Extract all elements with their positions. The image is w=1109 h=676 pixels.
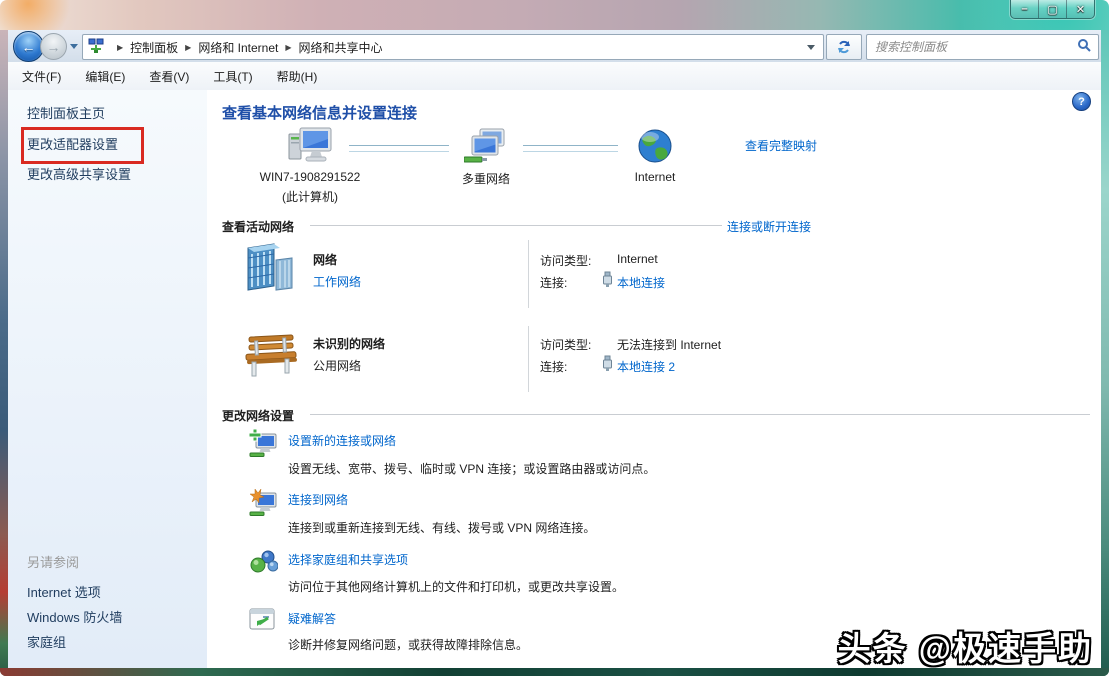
refresh-button[interactable] [826, 34, 862, 60]
homegroup-icon [250, 549, 278, 578]
help-icon[interactable]: ? [1072, 92, 1091, 111]
connect-disconnect-link[interactable]: 连接或断开连接 [727, 218, 811, 235]
divider [310, 225, 722, 226]
window-border-right [1101, 30, 1109, 676]
change-settings-header: 更改网络设置 [222, 407, 294, 424]
menu-edit[interactable]: 编辑(E) [75, 64, 135, 89]
network-name: 未识别的网络 [313, 335, 385, 352]
computer-name-label: WIN7-1908291522 [225, 170, 395, 184]
breadcrumb-control-panel[interactable]: 控制面板 [130, 39, 178, 56]
forward-button[interactable]: → [40, 33, 67, 60]
see-also-header: 另请参阅 [27, 552, 79, 571]
divider [528, 326, 529, 392]
setup-new-connection-link[interactable]: 设置新的连接或网络 [288, 432, 396, 449]
breadcrumb-arrow-icon: ▶ [285, 43, 291, 52]
maximize-button[interactable]: ▢ [1038, 0, 1066, 18]
homegroup-sharing-options-desc: 访问位于其他网络计算机上的文件和打印机，或更改共享设置。 [288, 578, 624, 595]
page-title: 查看基本网络信息并设置连接 [222, 102, 417, 123]
troubleshoot-icon [249, 607, 277, 636]
troubleshoot-desc: 诊断并修复网络问题，或获得故障排除信息。 [288, 636, 528, 653]
address-bar[interactable]: ▶ 控制面板 ▶ 网络和 Internet ▶ 网络和共享中心 [82, 34, 824, 60]
view-full-map-link[interactable]: 查看完整映射 [745, 137, 817, 154]
access-type-label: 访问类型: [540, 252, 591, 269]
map-connection-line [523, 145, 618, 152]
search-box [866, 34, 1099, 60]
sidebar-item-windows-firewall[interactable]: Windows 防火墙 [27, 607, 122, 626]
public-network-label: 公用网络 [313, 357, 361, 374]
local-connection-link[interactable]: 本地连接 [617, 274, 665, 291]
connection-label: 连接: [540, 358, 567, 375]
menu-tools[interactable]: 工具(T) [203, 64, 262, 89]
menu-file[interactable]: 文件(F) [12, 64, 71, 89]
address-dropdown-icon[interactable] [807, 45, 815, 50]
breadcrumb-network-sharing-center[interactable]: 网络和共享中心 [299, 39, 383, 56]
public-network-bench-icon [243, 328, 299, 383]
menu-bar: 文件(F) 编辑(E) 查看(V) 工具(T) 帮助(H) [8, 62, 1101, 91]
homegroup-sharing-options-link[interactable]: 选择家庭组和共享选项 [288, 551, 408, 568]
connection-plug-icon [601, 271, 614, 291]
work-network-link[interactable]: 工作网络 [313, 273, 361, 290]
new-connection-icon [248, 429, 278, 460]
local-connection-2-link[interactable]: 本地连接 2 [617, 358, 675, 375]
menu-view[interactable]: 查看(V) [139, 64, 199, 89]
connect-to-network-link[interactable]: 连接到网络 [288, 491, 348, 508]
divider [310, 414, 1090, 415]
connect-to-network-icon [248, 488, 278, 519]
setup-new-connection-desc: 设置无线、宽带、拨号、临时或 VPN 连接；或设置路由器或访问点。 [288, 460, 655, 477]
window-controls: – ▢ ✕ [1010, 0, 1095, 19]
multiple-networks-label: 多重网络 [436, 170, 536, 187]
sidebar-item-internet-options[interactable]: Internet 选项 [27, 582, 101, 601]
network-location-icon [88, 38, 104, 57]
computer-sub-label: (此计算机) [225, 188, 395, 205]
content-area: 控制面板主页 更改适配器设置 更改高级共享设置 另请参阅 Internet 选项… [8, 90, 1101, 668]
navigation-bar: ← → ▶ 控制面板 ▶ 网络和 Internet ▶ 网络和共享中心 [8, 30, 1101, 63]
sidebar-item-change-adapter-settings[interactable]: 更改适配器设置 [27, 134, 118, 153]
map-connection-line [349, 145, 449, 152]
main-panel: ? 查看基本网络信息并设置连接 WIN7-1908291522 (此计算机) [207, 90, 1101, 668]
search-input[interactable] [867, 40, 1077, 54]
sidebar-item-homegroup[interactable]: 家庭组 [27, 632, 66, 651]
breadcrumb-network-internet[interactable]: 网络和 Internet [198, 39, 278, 56]
active-networks-header: 查看活动网络 [222, 218, 294, 235]
access-type-value: Internet [617, 252, 658, 266]
breadcrumb-arrow-icon: ▶ [185, 43, 191, 52]
connect-to-network-desc: 连接到或重新连接到无线、有线、拨号或 VPN 网络连接。 [288, 519, 595, 536]
back-arrow-icon: ← [22, 39, 36, 55]
refresh-icon [836, 39, 852, 55]
sidebar-item-control-panel-home[interactable]: 控制面板主页 [27, 103, 105, 122]
watermark: 头条 @极速手助 [838, 622, 1093, 670]
connection-label: 连接: [540, 274, 567, 291]
window-border-left [0, 30, 8, 676]
access-type-value: 无法连接到 Internet [617, 336, 721, 353]
divider [528, 240, 529, 308]
internet-label: Internet [605, 170, 705, 184]
search-icon[interactable] [1077, 38, 1091, 57]
network-name: 网络 [313, 251, 337, 268]
internet-globe-icon[interactable] [637, 128, 673, 167]
this-computer-icon[interactable] [287, 126, 335, 171]
sidebar-item-change-advanced-sharing[interactable]: 更改高级共享设置 [27, 164, 131, 183]
minimize-button[interactable]: – [1011, 0, 1038, 18]
work-network-icon [240, 242, 298, 299]
multiple-networks-icon[interactable] [464, 128, 508, 169]
network-sharing-center-window: – ▢ ✕ ← → ▶ 控制面板 ▶ 网络和 Internet ▶ 网络和共享中 [0, 0, 1109, 676]
sidebar: 控制面板主页 更改适配器设置 更改高级共享设置 另请参阅 Internet 选项… [8, 90, 207, 668]
menu-help[interactable]: 帮助(H) [267, 64, 328, 89]
recent-pages-dropdown-icon[interactable] [70, 44, 78, 49]
close-button[interactable]: ✕ [1066, 0, 1094, 18]
access-type-label: 访问类型: [540, 336, 591, 353]
forward-arrow-icon: → [47, 39, 61, 55]
troubleshoot-link[interactable]: 疑难解答 [288, 610, 336, 627]
breadcrumb-arrow-icon: ▶ [117, 43, 123, 52]
connection-plug-icon [601, 355, 614, 375]
